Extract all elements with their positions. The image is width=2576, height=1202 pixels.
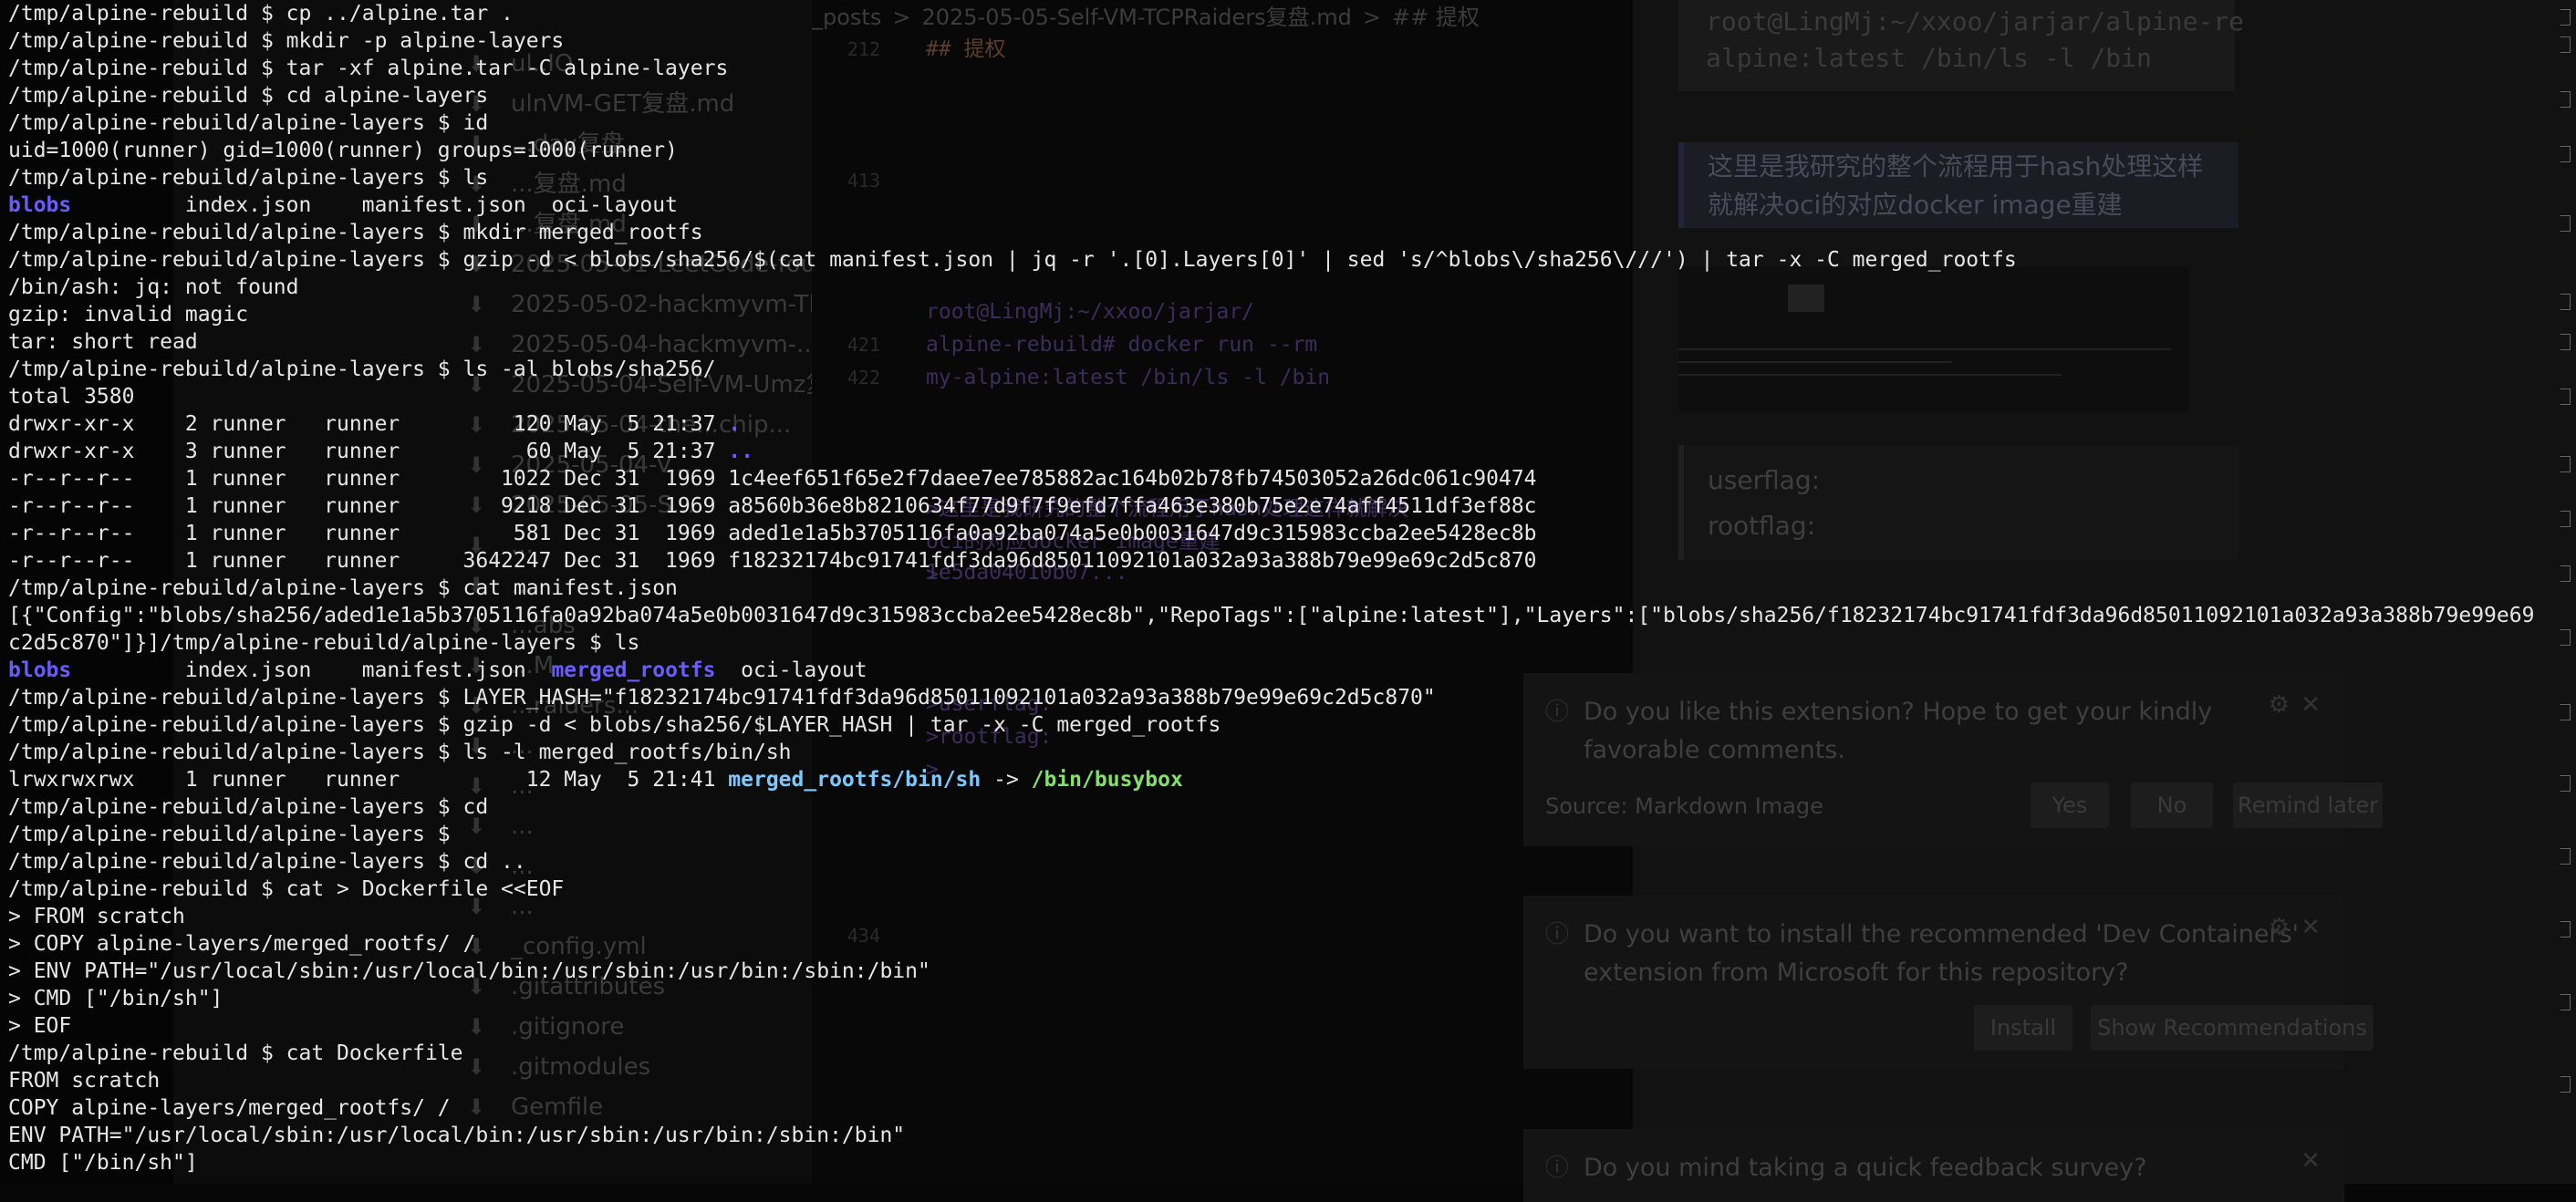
terminal-line: /tmp/alpine-rebuild $ cat Dockerfile [8, 1040, 2576, 1067]
terminal-line: -r--r--r-- 1 runner runner 1022 Dec 31 1… [8, 465, 2576, 492]
terminal-line: total 3580 [8, 383, 2576, 410]
terminal-text: /tmp/alpine-rebuild $ cd alpine-layers [8, 84, 489, 108]
terminal-line: drwxr-xr-x 2 runner runner 120 May 5 21:… [8, 410, 2576, 438]
terminal-text: gzip: invalid magic [8, 303, 249, 326]
terminal-text: uid=1000(runner) gid=1000(runner) groups… [8, 139, 678, 162]
terminal-line: blobs index.json manifest.json merged_ro… [8, 657, 2576, 684]
terminal-line: lrwxrwxrwx 1 runner runner 12 May 5 21:4… [8, 766, 2576, 793]
terminal-text: /tmp/alpine-rebuild/alpine-layers $ LAYE… [8, 686, 1436, 710]
terminal-text: drwxr-xr-x 2 runner runner 120 May 5 21:… [8, 412, 729, 436]
terminal-line: -r--r--r-- 1 runner runner 3642247 Dec 3… [8, 547, 2576, 575]
terminal-text: -r--r--r-- 1 runner runner 1022 Dec 31 1… [8, 467, 1537, 491]
terminal-text: /tmp/alpine-rebuild/alpine-layers $ ls -… [8, 357, 716, 381]
terminal-text: total 3580 [8, 385, 135, 409]
terminal-text: [{"Config":"blobs/sha256/aded1e1a5b37051… [8, 604, 2535, 627]
terminal-text: -r--r--r-- 1 runner runner 581 Dec 31 19… [8, 522, 1537, 545]
terminal-line: > FROM scratch [8, 903, 2576, 930]
terminal-text: /tmp/alpine-rebuild/alpine-layers $ ls -… [8, 741, 792, 764]
terminal-text: /tmp/alpine-rebuild/alpine-layers $ ls [8, 166, 489, 190]
terminal-text: > ENV PATH="/usr/local/sbin:/usr/local/b… [8, 959, 930, 983]
terminal-line: COPY alpine-layers/merged_rootfs/ / [8, 1094, 2576, 1122]
terminal-line: > EOF [8, 1012, 2576, 1040]
terminal-text: > CMD ["/bin/sh"] [8, 987, 223, 1010]
terminal-line: CMD ["/bin/sh"] [8, 1149, 2576, 1176]
terminal-text: -> [981, 768, 1032, 792]
terminal-text: /tmp/alpine-rebuild $ cat > Dockerfile <… [8, 877, 565, 901]
terminal-text: /tmp/alpine-rebuild/alpine-layers $ cd .… [8, 850, 526, 874]
terminal-line: /tmp/alpine-rebuild/alpine-layers $ mkdi… [8, 219, 2576, 246]
terminal-line: /tmp/alpine-rebuild/alpine-layers $ id [8, 109, 2576, 137]
terminal-line: /tmp/alpine-rebuild/alpine-layers $ gzip… [8, 246, 2576, 274]
colored-filename: merged_rootfs/bin/sh [728, 768, 982, 792]
terminal-line: /tmp/alpine-rebuild/alpine-layers $ cat … [8, 575, 2576, 602]
terminal-text: FROM scratch [8, 1069, 161, 1093]
terminal-text: /tmp/alpine-rebuild/alpine-layers $ mkdi… [8, 221, 703, 244]
terminal-line: > COPY alpine-layers/merged_rootfs/ / [8, 930, 2576, 958]
terminal-text: index.json manifest.json oci-layout [71, 193, 678, 217]
colored-filename: merged_rootfs [551, 658, 716, 682]
terminal-line: /tmp/alpine-rebuild/alpine-layers $ cd .… [8, 848, 2576, 876]
terminal-line: drwxr-xr-x 3 runner runner 60 May 5 21:3… [8, 438, 2576, 465]
terminal-line: > ENV PATH="/usr/local/sbin:/usr/local/b… [8, 958, 2576, 985]
terminal-text: /tmp/alpine-rebuild/alpine-layers $ [8, 823, 451, 846]
terminal-line: /tmp/alpine-rebuild $ cat > Dockerfile <… [8, 876, 2576, 903]
terminal-text: c2d5c870"]}]/tmp/alpine-rebuild/alpine-l… [8, 631, 640, 655]
colored-filename: blobs [8, 193, 72, 217]
terminal-line: /tmp/alpine-rebuild/alpine-layers $ [8, 821, 2576, 848]
terminal-output[interactable]: /tmp/alpine-rebuild $ cp ../alpine.tar .… [8, 0, 2576, 1184]
terminal-line: /tmp/alpine-rebuild $ mkdir -p alpine-la… [8, 27, 2576, 55]
terminal-line: /tmp/alpine-rebuild $ tar -xf alpine.tar… [8, 55, 2576, 82]
terminal-text: index.json manifest.json [71, 658, 552, 682]
terminal-line: tar: short read [8, 328, 2576, 356]
terminal-text: > EOF [8, 1014, 72, 1038]
colored-filename: .. [728, 440, 753, 463]
terminal-scrollbar-marks [2558, 0, 2571, 1184]
terminal-line: gzip: invalid magic [8, 301, 2576, 328]
terminal-text: > FROM scratch [8, 905, 185, 928]
terminal-line: c2d5c870"]}]/tmp/alpine-rebuild/alpine-l… [8, 629, 2576, 657]
terminal-line: /tmp/alpine-rebuild/alpine-layers $ cd [8, 793, 2576, 821]
terminal-text: /tmp/alpine-rebuild $ mkdir -p alpine-la… [8, 29, 565, 53]
terminal-text: > COPY alpine-layers/merged_rootfs/ / [8, 932, 476, 956]
terminal-text: -r--r--r-- 1 runner runner 3642247 Dec 3… [8, 549, 1537, 573]
colored-filename: /bin/busybox [1031, 768, 1183, 792]
terminal-text: /tmp/alpine-rebuild $ cat Dockerfile [8, 1041, 463, 1065]
terminal-text: /tmp/alpine-rebuild/alpine-layers $ gzip… [8, 248, 2017, 272]
terminal-line: /tmp/alpine-rebuild $ cp ../alpine.tar . [8, 0, 2576, 27]
colored-filename: blobs [8, 658, 72, 682]
terminal-line: ENV PATH="/usr/local/sbin:/usr/local/bin… [8, 1122, 2576, 1149]
terminal-line: uid=1000(runner) gid=1000(runner) groups… [8, 137, 2576, 164]
terminal-text: /tmp/alpine-rebuild/alpine-layers $ cd [8, 795, 489, 819]
terminal-text: /tmp/alpine-rebuild/alpine-layers $ gzip… [8, 713, 1221, 737]
terminal-text: lrwxrwxrwx 1 runner runner 12 May 5 21:4… [8, 768, 729, 792]
terminal-text: COPY alpine-layers/merged_rootfs/ / [8, 1096, 451, 1120]
terminal-line: /tmp/alpine-rebuild/alpine-layers $ LAYE… [8, 684, 2576, 711]
terminal-text: drwxr-xr-x 3 runner runner 60 May 5 21:3… [8, 440, 729, 463]
terminal-text: /tmp/alpine-rebuild $ cp ../alpine.tar . [8, 2, 514, 26]
terminal-text: CMD ["/bin/sh"] [8, 1151, 198, 1175]
terminal-line: -r--r--r-- 1 runner runner 581 Dec 31 19… [8, 520, 2576, 547]
terminal-line: [{"Config":"blobs/sha256/aded1e1a5b37051… [8, 602, 2576, 629]
terminal-line: /tmp/alpine-rebuild/alpine-layers $ gzip… [8, 711, 2576, 739]
terminal-text: tar: short read [8, 330, 198, 354]
terminal-text: /tmp/alpine-rebuild/alpine-layers $ cat … [8, 576, 678, 600]
terminal-line: /tmp/alpine-rebuild/alpine-layers $ ls -… [8, 356, 2576, 383]
terminal-line: /tmp/alpine-rebuild $ cd alpine-layers [8, 82, 2576, 109]
terminal-line: blobs index.json manifest.json oci-layou… [8, 192, 2576, 219]
colored-filename: . [728, 412, 742, 436]
terminal-line: -r--r--r-- 1 runner runner 9218 Dec 31 1… [8, 492, 2576, 520]
terminal-line: /tmp/alpine-rebuild/alpine-layers $ ls -… [8, 739, 2576, 766]
terminal-line: /tmp/alpine-rebuild/alpine-layers $ ls [8, 164, 2576, 192]
terminal-text: oci-layout [715, 658, 867, 682]
terminal-text: /bin/ash: jq: not found [8, 275, 299, 299]
terminal-line: > CMD ["/bin/sh"] [8, 985, 2576, 1012]
terminal-text: ENV PATH="/usr/local/sbin:/usr/local/bin… [8, 1124, 906, 1147]
terminal-line: /bin/ash: jq: not found [8, 274, 2576, 301]
terminal-text: /tmp/alpine-rebuild $ tar -xf alpine.tar… [8, 57, 729, 80]
terminal-text: /tmp/alpine-rebuild/alpine-layers $ id [8, 111, 489, 135]
terminal-text: -r--r--r-- 1 runner runner 9218 Dec 31 1… [8, 494, 1537, 518]
terminal-line: FROM scratch [8, 1067, 2576, 1094]
